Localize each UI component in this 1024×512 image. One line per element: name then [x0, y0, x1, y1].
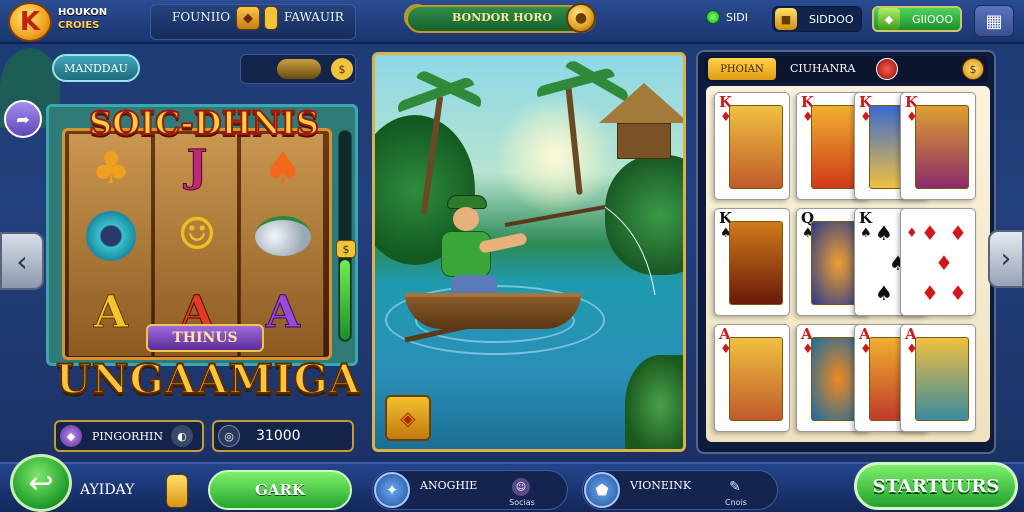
chevron-right-icon[interactable]: ›: [988, 230, 1024, 288]
coin-small-icon[interactable]: $: [962, 58, 984, 80]
gold-bar-icon[interactable]: [166, 474, 188, 508]
day-label: AYIDAY: [80, 482, 135, 498]
footer-label: PINGORHIN: [92, 429, 164, 443]
bottom-item-1-sub: Socias: [509, 498, 535, 507]
card-pip-icon: ♦: [949, 281, 967, 305]
line-string: [604, 206, 656, 296]
vest: [441, 231, 491, 277]
coin-label: SIDI: [726, 11, 748, 24]
tab-fouhio[interactable]: FOUNIIO: [172, 10, 230, 24]
bottom-item-1-label: ANOGHIE: [420, 479, 478, 492]
chest-icon: ■: [775, 8, 797, 30]
credit-icon: ◎: [218, 425, 240, 447]
leaf-icon: [277, 59, 321, 79]
credit-value: 31000: [256, 428, 301, 444]
left-footer-button[interactable]: ◆ PINGORHIN ◐: [54, 420, 204, 452]
info-icon[interactable]: $: [331, 58, 353, 80]
card-suit-icon: ♠: [860, 226, 872, 241]
playing-card[interactable]: K ♦: [900, 92, 976, 200]
card-artwork: [729, 221, 783, 305]
fish-icon: [255, 216, 311, 256]
playing-card[interactable]: K ♦: [714, 92, 790, 200]
card-pip-icon: ♦: [935, 251, 953, 275]
mode-button[interactable]: MANDDAU: [52, 54, 140, 82]
card-artwork: [729, 105, 783, 189]
playing-card[interactable]: A ♦: [714, 324, 790, 432]
tab-divider-icon: [264, 6, 278, 30]
gem-balance-button[interactable]: ◆ GIIOOO: [872, 6, 962, 32]
grid-icon[interactable]: ▦: [974, 5, 1014, 37]
bonus-ribbon: THINUS: [146, 324, 264, 352]
coin-balance[interactable]: ■ SIDDOO: [772, 6, 862, 32]
card-suit-icon: ♦: [906, 226, 918, 241]
brand-line-1: HOUKON: [58, 7, 108, 18]
coin-icon[interactable]: ●: [566, 3, 596, 33]
card-panel-title: CIUHANRA: [790, 62, 856, 75]
gem-purple-icon: ◆: [60, 425, 82, 447]
credit-display: ◎ 31000: [212, 420, 354, 452]
card-rank: K: [859, 209, 873, 227]
bottom-item-2-sub: Cnois: [725, 498, 747, 507]
online-status-icon: [706, 10, 720, 24]
card-artwork: [729, 337, 783, 421]
ring-icon: [86, 211, 136, 261]
card-pip-icon: ♦: [949, 221, 967, 245]
card-artwork: [915, 337, 969, 421]
card-pip-icon: ♦: [921, 221, 939, 245]
compass-icon: ✦: [374, 472, 410, 508]
boat: [405, 283, 581, 335]
gift-icon[interactable]: ◆: [236, 6, 260, 30]
bet-slider-fill: [340, 260, 350, 340]
card-artwork: [915, 105, 969, 189]
game-title: UNGAAMIGA: [55, 355, 361, 404]
brand-name: HOUKON CROIES: [58, 6, 138, 32]
card-pip-icon: ♦: [921, 281, 939, 305]
golden-idol-symbol: ☺: [177, 208, 217, 260]
coin-balance-value: SIDDOO: [809, 12, 854, 26]
playing-card[interactable]: ♦ ♦ ♦ ♦ ♦ ♦: [900, 208, 976, 316]
tab-favorites[interactable]: FAWAUIR: [284, 10, 344, 24]
letter-a-symbol-gold: A: [93, 286, 129, 338]
head: [453, 207, 479, 231]
brand-line-2: CROIES: [58, 20, 100, 31]
foreground-plant: [625, 355, 683, 449]
fishing-rod: [504, 205, 606, 227]
banner-text: BONDOR HORO: [452, 11, 552, 24]
slot-title: SOIC-DHNIS: [88, 103, 320, 143]
boat-hull: [405, 293, 581, 329]
start-button[interactable]: STARTUURS: [854, 462, 1018, 510]
toggle-icon[interactable]: ◐: [171, 425, 194, 447]
fish-symbol: [248, 204, 318, 268]
logo-letter: K: [19, 7, 41, 37]
social-icon: ☺: [512, 478, 530, 496]
logo[interactable]: K: [8, 2, 52, 42]
playing-card[interactable]: A ♦: [900, 324, 976, 432]
carrot-symbol: ♠: [263, 142, 303, 194]
bottom-item-2-label: VIONEINK: [630, 479, 692, 492]
card-pip-icon: ♠: [875, 281, 893, 305]
card-pip-icon: ♠: [875, 221, 893, 245]
playing-card[interactable]: K ♠: [714, 208, 790, 316]
chip-icon[interactable]: [876, 58, 898, 80]
shield-icon: ⬟: [584, 472, 620, 508]
home-back-icon[interactable]: ↩: [10, 454, 72, 512]
gark-button[interactable]: GARK: [208, 470, 352, 510]
ring-symbol: [76, 204, 146, 268]
pen-icon: ✎: [729, 479, 741, 495]
share-icon[interactable]: ➦: [4, 100, 42, 138]
tab-phoian[interactable]: PHOIAN: [708, 58, 776, 80]
bonus-box[interactable]: $: [240, 54, 356, 84]
gem-icon: ◆: [878, 8, 900, 30]
chevron-left-icon[interactable]: ‹: [0, 232, 44, 290]
fruit-symbol: ♣: [91, 142, 131, 194]
gem-balance-label: GIIOOO: [912, 12, 953, 26]
bet-slider-knob[interactable]: $: [336, 240, 356, 258]
letter-j-symbol: J: [186, 140, 208, 192]
dice-icon[interactable]: ◈: [385, 395, 431, 441]
fishing-scene[interactable]: ◈: [372, 52, 686, 452]
